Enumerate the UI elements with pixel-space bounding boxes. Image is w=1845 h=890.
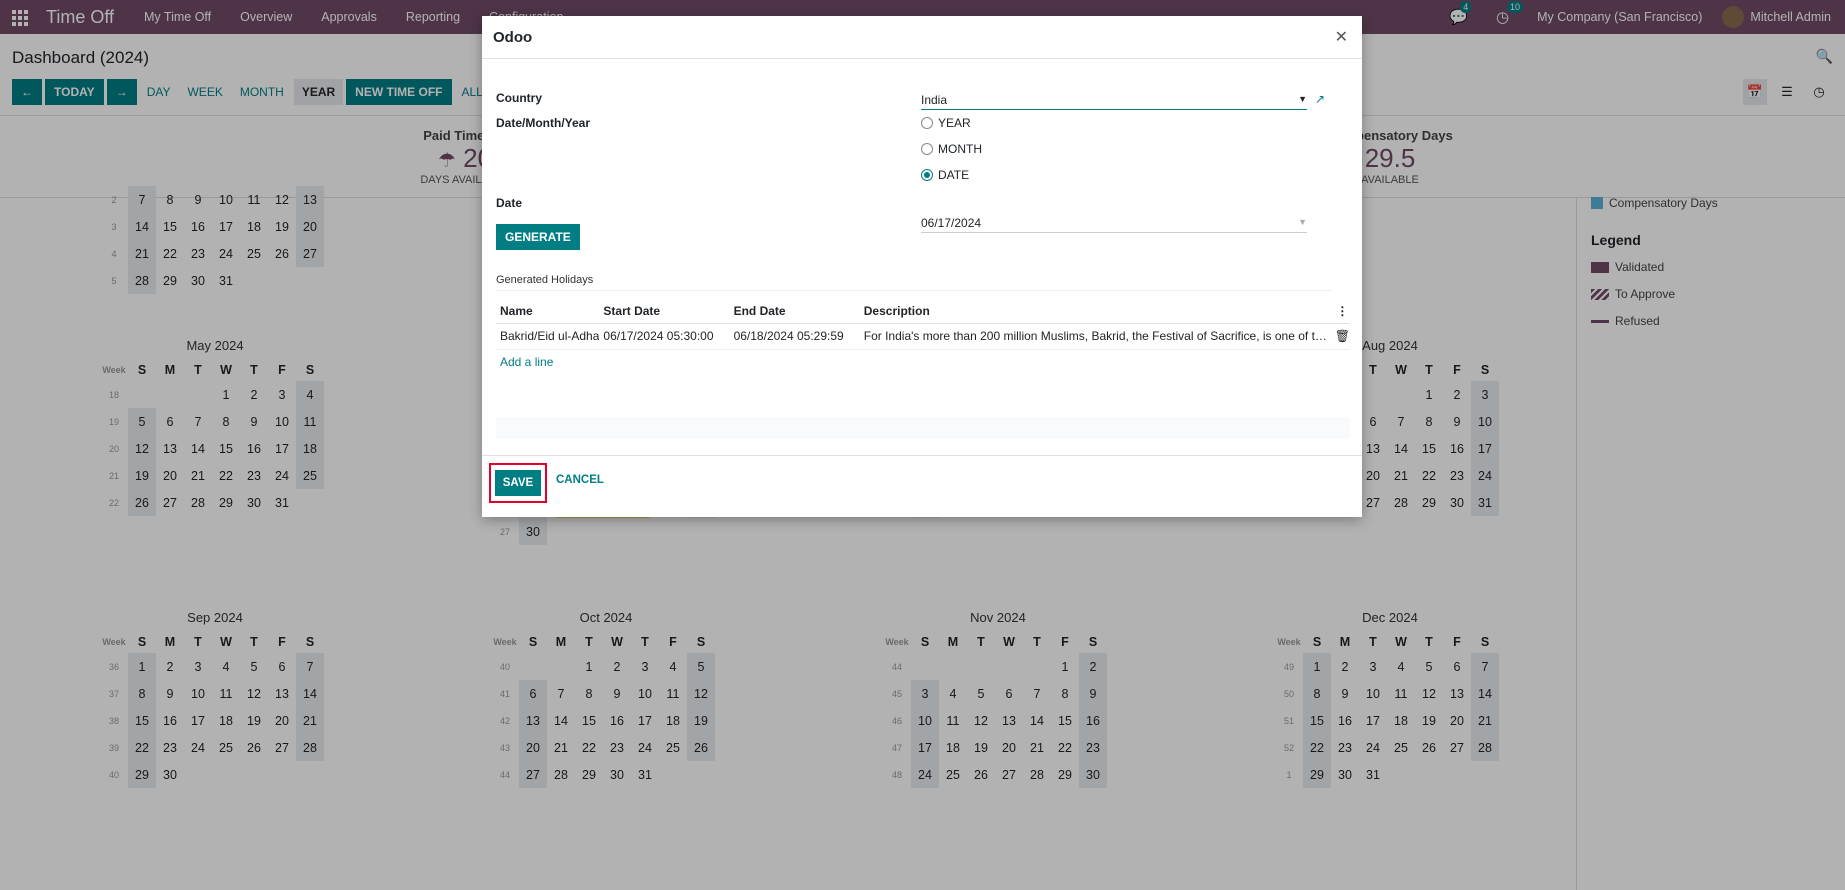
radio-date-button[interactable] <box>921 169 933 181</box>
table-footer-band <box>496 417 1350 439</box>
column-description[interactable]: Description <box>859 299 1331 324</box>
add-line-row: Add a line <box>496 349 1350 375</box>
caret-down-icon: ▼ <box>1298 217 1307 227</box>
radio-month[interactable]: MONTH <box>921 136 1307 162</box>
radio-date[interactable]: DATE <box>921 162 1307 188</box>
radio-year[interactable]: YEAR <box>921 110 1307 136</box>
period-label: Date/Month/Year <box>496 116 591 130</box>
column-name[interactable]: Name <box>496 299 600 324</box>
holiday-name[interactable]: Bakrid/Eid ul-Adha <box>496 323 600 350</box>
dialog-header: Odoo ✕ <box>482 16 1362 59</box>
column-options-icon[interactable]: ⋮ <box>1330 299 1350 324</box>
external-link-icon[interactable]: ↗ <box>1315 92 1325 106</box>
holiday-start[interactable]: 06/17/2024 05:30:00 <box>599 323 730 350</box>
country-value: India <box>921 93 948 107</box>
save-highlight: SAVE <box>489 463 547 503</box>
radio-date-label: DATE <box>938 168 970 182</box>
save-button[interactable]: SAVE <box>495 470 541 496</box>
cancel-button[interactable]: CANCEL <box>556 474 604 486</box>
holiday-end[interactable]: 06/18/2024 05:29:59 <box>729 323 860 350</box>
trash-icon[interactable]: 🗑 <box>1330 323 1350 350</box>
generated-holidays-table: Name Start Date End Date Description ⋮ B… <box>496 299 1350 375</box>
generate-button[interactable]: GENERATE <box>496 224 580 250</box>
add-line-link[interactable]: Add a line <box>500 355 553 369</box>
dialog-title: Odoo <box>493 28 533 46</box>
period-radio-group: YEAR MONTH DATE <box>921 110 1307 188</box>
date-input[interactable]: 06/17/2024 ▼ <box>921 213 1307 233</box>
country-select[interactable]: India ▼ <box>921 90 1307 110</box>
page: Time Off My Time Off Overview Approvals … <box>0 0 1845 890</box>
column-end-date[interactable]: End Date <box>729 299 860 324</box>
caret-down-icon: ▼ <box>1298 94 1307 104</box>
date-label: Date <box>496 196 523 210</box>
holiday-description[interactable]: For India's more than 200 million Muslim… <box>859 323 1331 350</box>
dialog-footer: SAVE CANCEL <box>482 455 1362 517</box>
column-start-date[interactable]: Start Date <box>599 299 730 324</box>
radio-year-label: YEAR <box>938 116 971 130</box>
generated-holidays-title: Generated Holidays <box>496 274 594 286</box>
date-value: 06/17/2024 <box>921 216 982 230</box>
radio-month-label: MONTH <box>938 142 982 156</box>
radio-month-button[interactable] <box>921 143 933 155</box>
table-header-row: Name Start Date End Date Description ⋮ <box>496 299 1350 324</box>
country-label: Country <box>496 91 542 105</box>
divider <box>496 290 1332 291</box>
generate-holidays-dialog: Odoo ✕ Country India ▼ ↗ Date/Month/Year… <box>482 16 1362 517</box>
table-row[interactable]: Bakrid/Eid ul-Adha 06/17/2024 05:30:00 0… <box>496 323 1350 350</box>
close-icon[interactable]: ✕ <box>1335 27 1348 47</box>
dialog-body: Country India ▼ ↗ Date/Month/Year YEAR M… <box>482 59 1362 471</box>
radio-year-button[interactable] <box>921 117 933 129</box>
